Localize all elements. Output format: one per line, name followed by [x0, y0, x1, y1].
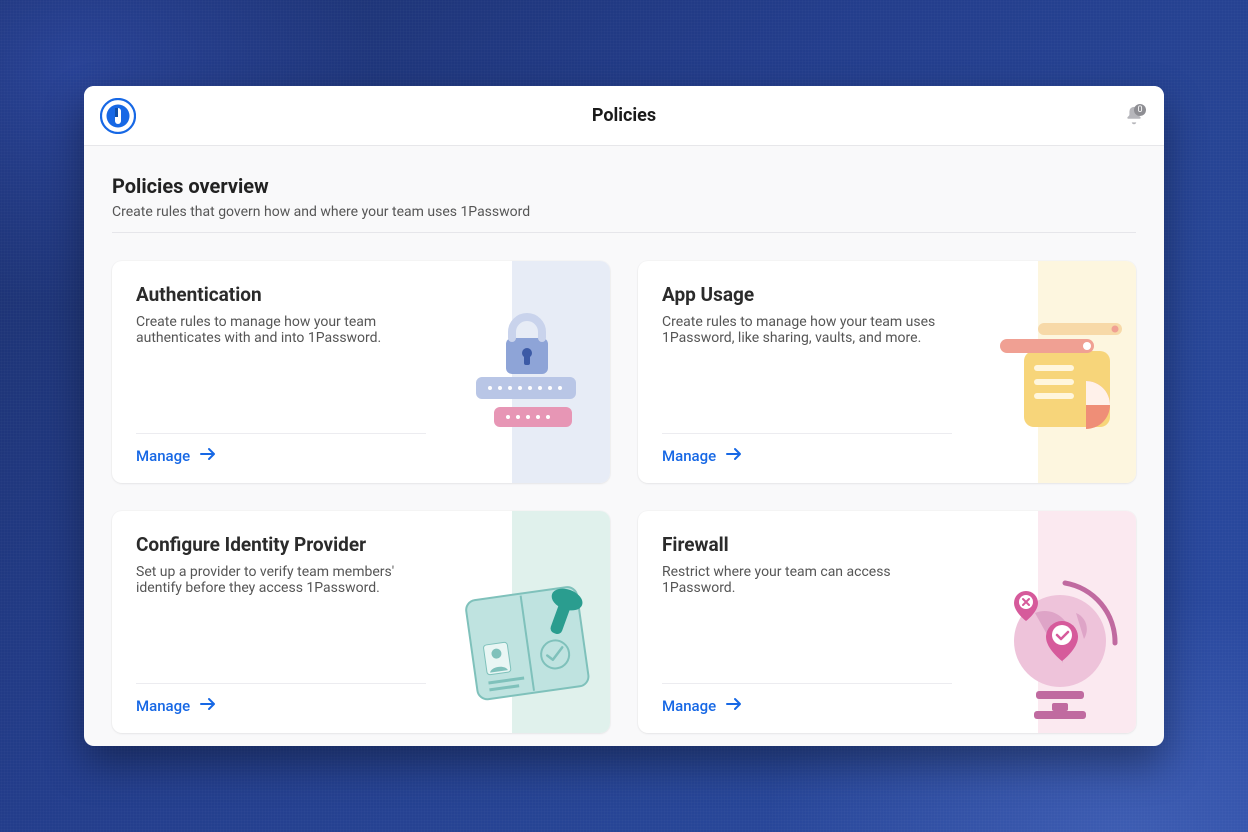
page-background: Policies 0 Policies overview Create rule… [0, 0, 1248, 832]
card-title: Authentication [136, 283, 586, 306]
manage-label: Manage [136, 447, 190, 465]
lock-illustration-icon [454, 303, 604, 473]
top-bar: Policies 0 [84, 86, 1164, 146]
manage-label: Manage [136, 697, 190, 715]
manage-firewall-link[interactable]: Manage [662, 697, 742, 715]
globe-illustration-icon [980, 553, 1130, 723]
manage-label: Manage [662, 697, 716, 715]
app-usage-illustration-icon [980, 303, 1130, 473]
overview-subtitle: Create rules that govern how and where y… [112, 204, 1136, 220]
manage-authentication-link[interactable]: Manage [136, 447, 216, 465]
passport-illustration-icon [454, 553, 604, 723]
manage-identity-provider-link[interactable]: Manage [136, 697, 216, 715]
card-firewall[interactable]: Firewall Restrict where your team can ac… [638, 511, 1136, 733]
overview-divider [112, 232, 1136, 233]
arrow-right-icon [200, 447, 216, 465]
app-logo[interactable] [100, 98, 136, 134]
notifications-button[interactable]: 0 [1120, 102, 1148, 130]
arrow-right-icon [726, 447, 742, 465]
card-footer: Manage [662, 683, 952, 715]
content-area: Policies overview Create rules that gove… [84, 146, 1164, 746]
notification-count-badge: 0 [1134, 104, 1146, 116]
page-title: Policies [592, 105, 656, 126]
card-description: Set up a provider to verify team members… [136, 564, 436, 596]
card-configure-identity-provider[interactable]: Configure Identity Provider Set up a pro… [112, 511, 610, 733]
card-description: Create rules to manage how your team aut… [136, 314, 436, 346]
card-app-usage[interactable]: App Usage Create rules to manage how you… [638, 261, 1136, 483]
arrow-right-icon [726, 697, 742, 715]
arrow-right-icon [200, 697, 216, 715]
card-description: Create rules to manage how your team use… [662, 314, 962, 346]
card-authentication[interactable]: Authentication Create rules to manage ho… [112, 261, 610, 483]
manage-app-usage-link[interactable]: Manage [662, 447, 742, 465]
card-footer: Manage [662, 433, 952, 465]
card-footer: Manage [136, 683, 426, 715]
card-description: Restrict where your team can access 1Pas… [662, 564, 962, 596]
policy-cards-grid: Authentication Create rules to manage ho… [112, 261, 1136, 733]
card-footer: Manage [136, 433, 426, 465]
card-title: Firewall [662, 533, 1112, 556]
overview-title: Policies overview [112, 174, 1136, 198]
onepassword-logo-icon [100, 98, 136, 134]
card-title: App Usage [662, 283, 1112, 306]
card-title: Configure Identity Provider [136, 533, 586, 556]
manage-label: Manage [662, 447, 716, 465]
app-window: Policies 0 Policies overview Create rule… [84, 86, 1164, 746]
